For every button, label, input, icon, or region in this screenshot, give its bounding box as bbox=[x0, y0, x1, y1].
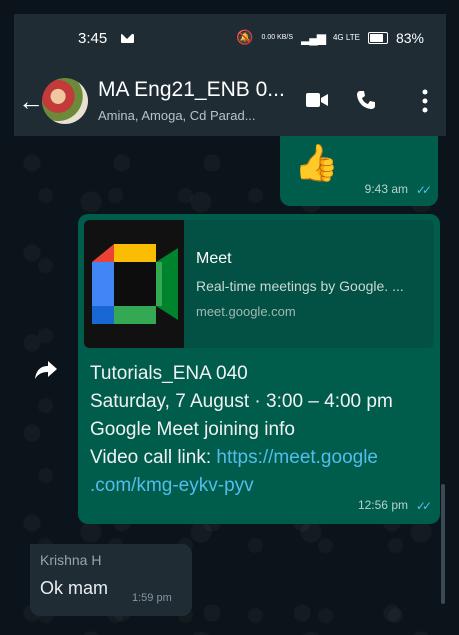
video-call-icon[interactable] bbox=[306, 92, 328, 108]
link-preview[interactable]: Meet Real-time meetings by Google. ... m… bbox=[84, 220, 434, 348]
preview-domain: meet.google.com bbox=[196, 304, 296, 319]
message-time: 9:43 am bbox=[364, 182, 408, 196]
message-time: 12:56 pm bbox=[357, 498, 408, 512]
chat-area[interactable]: 👍 9:43 am ✓✓ Meet Real-time meetings by … bbox=[14, 136, 446, 635]
message-line: Google Meet joining info bbox=[90, 419, 295, 440]
google-meet-logo bbox=[84, 220, 184, 348]
group-title[interactable]: MA Eng21_ENB 0... bbox=[98, 78, 285, 102]
phone-screen: 3:45 🔕 0.00 KB/S ▂▄▆ 4G LTE 83% ← MA Eng… bbox=[0, 0, 459, 635]
sender-name[interactable]: Krishna H bbox=[40, 552, 101, 568]
status-time: 3:45 bbox=[78, 30, 108, 47]
group-members[interactable]: Amina, Amoga, Cd Parad... bbox=[98, 108, 256, 123]
mute-icon: 🔕 bbox=[236, 29, 254, 45]
message-time: 1:59 pm bbox=[132, 592, 172, 604]
outgoing-thumb-message[interactable]: 👍 9:43 am ✓✓ bbox=[280, 136, 438, 206]
arrow-left-icon[interactable]: ← bbox=[18, 86, 44, 117]
double-check-icon: ✓✓ bbox=[415, 499, 432, 513]
more-vert-icon[interactable] bbox=[422, 88, 428, 114]
scrollbar[interactable] bbox=[441, 484, 445, 604]
phone-icon[interactable] bbox=[356, 90, 376, 110]
signal-icon: ▂▄▆ bbox=[301, 30, 326, 45]
status-bar: 3:45 🔕 0.00 KB/S ▂▄▆ 4G LTE 83% bbox=[14, 14, 446, 70]
preview-title: Meet bbox=[196, 250, 232, 267]
message-line-link: Video call link: https://meet.google bbox=[90, 444, 430, 472]
message-line: Tutorials_ENA 040 bbox=[90, 363, 248, 384]
network-speed: 0.00 KB/S bbox=[261, 34, 294, 41]
double-check-icon: ✓✓ bbox=[415, 183, 432, 197]
message-text: Tutorials_ENA 040 Saturday, 7 August · 3… bbox=[90, 360, 430, 500]
meet-link[interactable]: https://meet.google bbox=[216, 447, 378, 468]
meet-link-continued[interactable]: .com/kmg-eykv-pyv bbox=[90, 472, 430, 500]
forward-icon[interactable] bbox=[34, 360, 58, 380]
incoming-message[interactable]: Krishna H Ok mam 1:59 pm bbox=[30, 544, 192, 616]
message-line: Saturday, 7 August · 3:00 – 4:00 pm bbox=[90, 391, 393, 412]
chat-header: ← MA Eng21_ENB 0... Amina, Amoga, Cd Par… bbox=[14, 70, 446, 136]
preview-description: Real-time meetings by Google. ... bbox=[196, 278, 404, 294]
outgoing-link-message[interactable]: Meet Real-time meetings by Google. ... m… bbox=[78, 214, 440, 524]
status-right: 🔕 0.00 KB/S ▂▄▆ 4G LTE 83% bbox=[236, 29, 424, 46]
battery-icon bbox=[367, 31, 388, 44]
battery-level: 83% bbox=[395, 29, 424, 46]
group-avatar[interactable] bbox=[42, 78, 88, 124]
mail-icon bbox=[121, 34, 134, 43]
network-type: 4G LTE bbox=[332, 33, 360, 42]
message-text: Ok mam bbox=[40, 578, 109, 598]
thumbs-up-emoji: 👍 bbox=[294, 142, 339, 183]
link-label: Video call link: bbox=[90, 447, 217, 468]
